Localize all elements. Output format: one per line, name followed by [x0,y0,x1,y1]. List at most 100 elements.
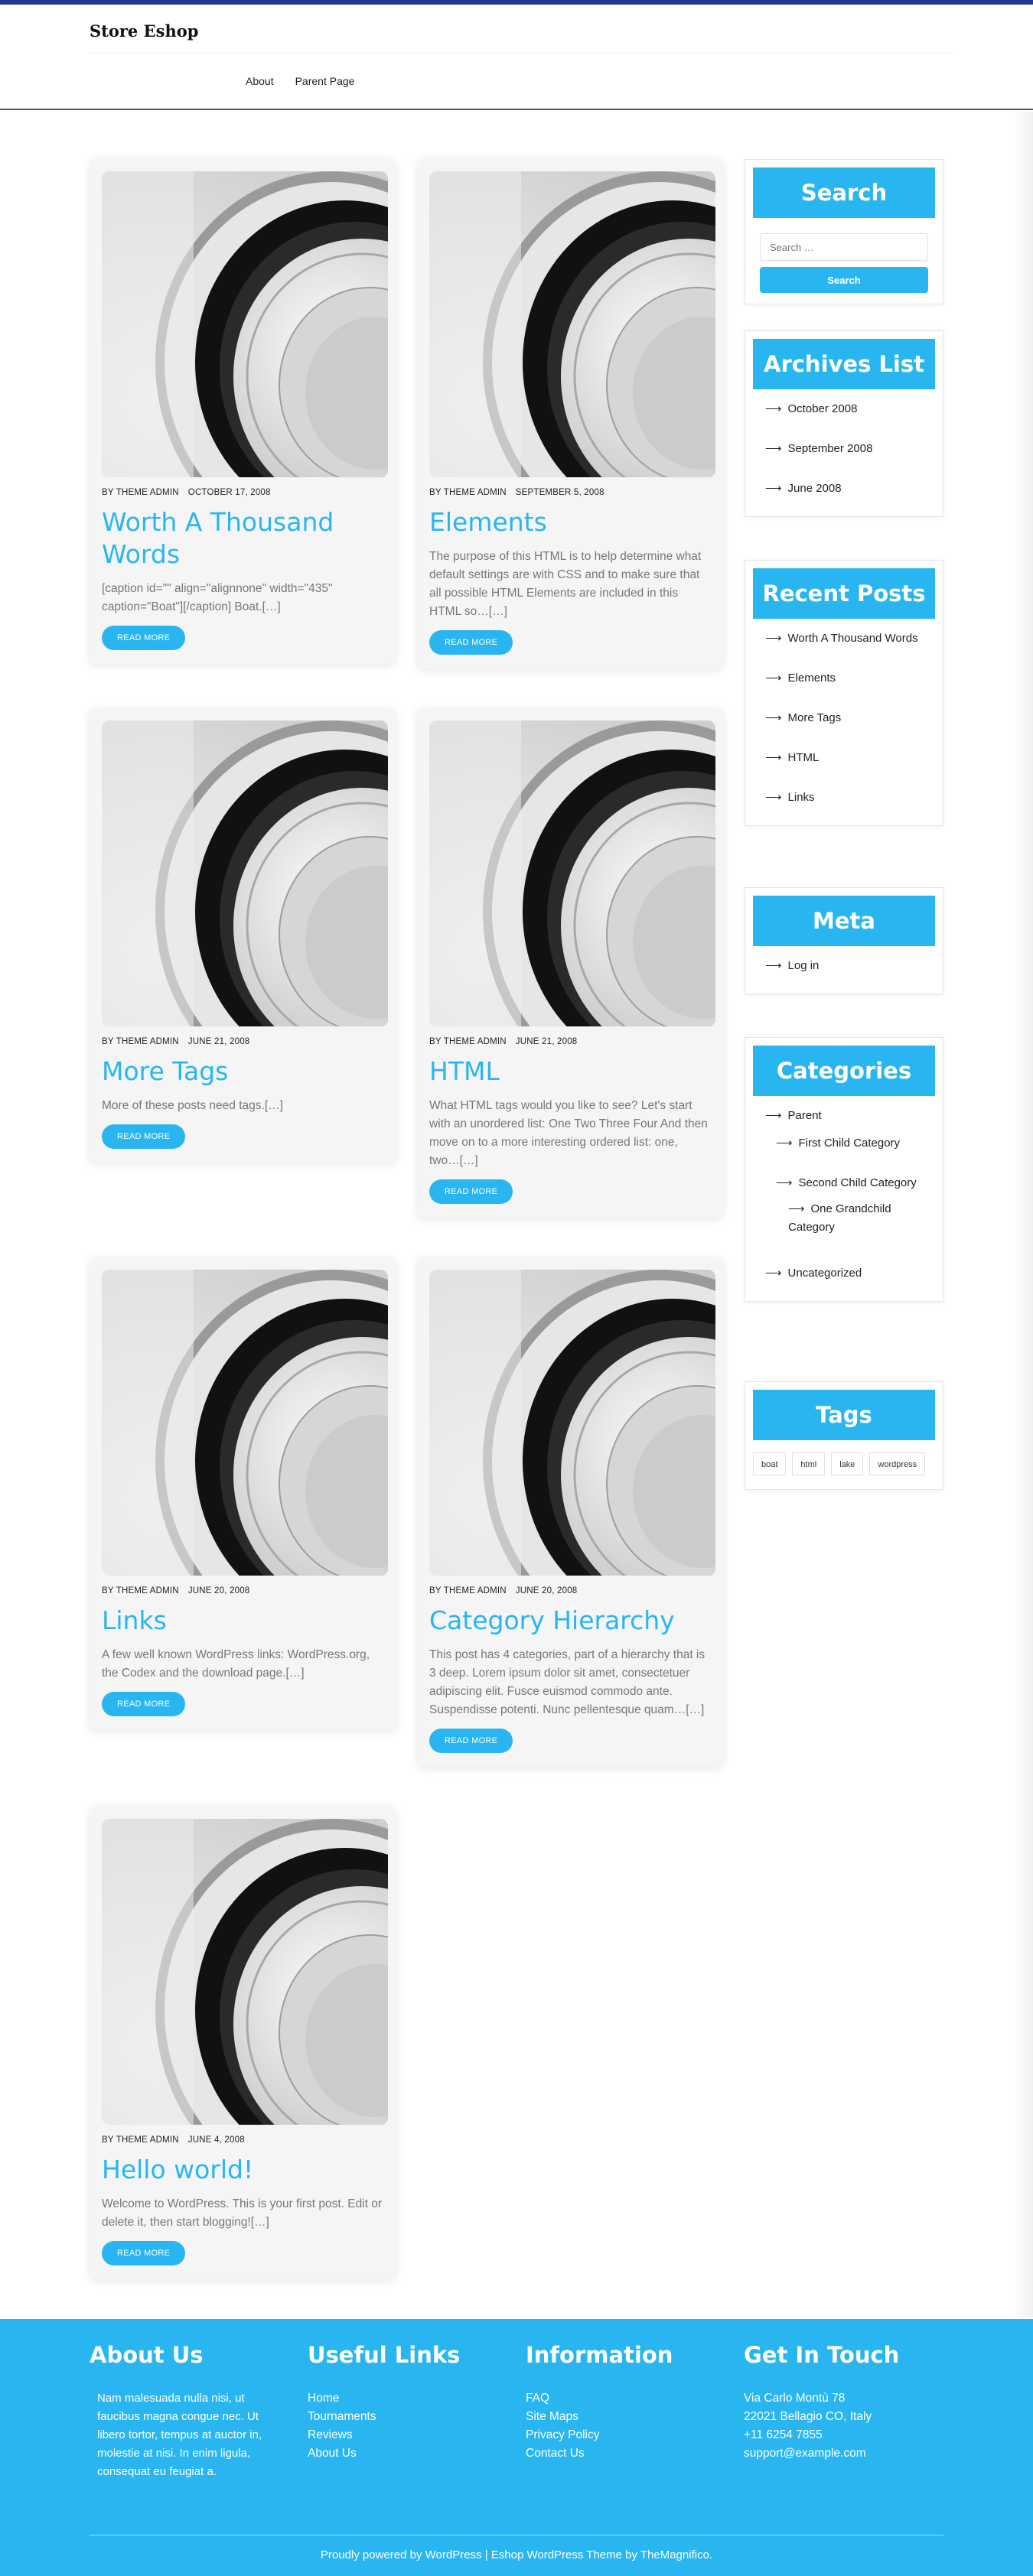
nav-item-parent-page[interactable]: Parent Page [295,75,355,87]
post-thumbnail[interactable] [429,1270,715,1576]
category-item[interactable]: ⟶ First Child Category [765,1134,932,1153]
copyright[interactable]: Proudly powered by WordPress | Eshop Wor… [0,2548,1033,2561]
post-date[interactable]: OCTOBER 17, 2008 [188,488,271,497]
page-scroll-edge [1013,112,1033,2317]
post-excerpt: What HTML tags would you like to see? Le… [429,1099,708,1167]
post-meta: BY THEME ADMIN SEPTEMBER 5, 2008 [429,488,711,497]
footer-link[interactable]: Home [308,2389,460,2408]
search-button[interactable]: Search [760,267,928,293]
post-excerpt: [caption id="" align="alignnone" width="… [102,582,333,613]
post-excerpt: A few well known WordPress links: WordPr… [102,1648,370,1680]
post-title[interactable]: Worth A Thousand Words [102,506,383,571]
tag-boat[interactable]: boat [753,1452,787,1475]
arrow-right-icon: ⟶ [765,482,782,495]
post-card: BY THEME ADMIN SEPTEMBER 5, 2008 Elements… [417,159,723,668]
post-thumbnail[interactable] [102,720,388,1026]
post-date[interactable]: JUNE 20, 2008 [516,1586,578,1595]
recent-post-item[interactable]: ⟶ Worth A Thousand Words [765,629,932,648]
post-date[interactable]: SEPTEMBER 5, 2008 [516,488,604,497]
footer-link[interactable]: Reviews [308,2426,460,2444]
categories-widget: Categories ⟶ Parent ⟶ First Child Category… [745,1037,943,1302]
post-author[interactable]: BY THEME ADMIN [102,1037,179,1046]
footer-information: Information FAQ Site Maps Privacy Policy… [526,2342,673,2463]
post-date[interactable]: JUNE 4, 2008 [188,2135,245,2145]
footer-link[interactable]: Tournaments [308,2408,460,2426]
arrow-right-icon: ⟶ [776,1137,793,1150]
meta-widget: Meta ⟶ Log in [745,887,943,994]
post-meta: BY THEME ADMIN JUNE 4, 2008 [102,2135,383,2145]
widget-title: Categories [753,1046,935,1096]
post-title[interactable]: More Tags [102,1055,383,1088]
read-more-button[interactable]: READ MORE [429,1729,513,1753]
nav-item-about[interactable]: About [246,75,274,87]
read-more-button[interactable]: READ MORE [102,2241,186,2265]
footer-link[interactable]: Site Maps [526,2408,673,2426]
contact-address: Via Carlo Montù 78 [744,2392,846,2405]
post-thumbnail[interactable] [429,171,715,477]
contact-phone[interactable]: +11 6254 7855 [744,2426,899,2444]
recent-post-item[interactable]: ⟶ More Tags [765,709,932,727]
read-more-button[interactable]: READ MORE [429,1179,513,1204]
post-author[interactable]: BY THEME ADMIN [429,1037,507,1046]
post-card: BY THEME ADMIN JUNE 20, 2008 Category Hie… [417,1257,723,1767]
post-title[interactable]: Hello world! [102,2154,383,2186]
post-date[interactable]: JUNE 21, 2008 [516,1037,578,1046]
post-author[interactable]: BY THEME ADMIN [102,2135,179,2145]
recent-post-item[interactable]: ⟶ Links [765,789,932,807]
footer-link[interactable]: Contact Us [526,2444,673,2463]
category-item[interactable]: ⟶ One Grandchild Category [765,1200,932,1237]
meta-item-log-in[interactable]: ⟶ Log in [765,957,932,975]
post-author[interactable]: BY THEME ADMIN [429,488,507,497]
tag-html[interactable]: html [792,1452,826,1475]
category-item[interactable]: ⟶ Parent [765,1107,932,1125]
post-card: BY THEME ADMIN JUNE 21, 2008 More Tags Mo… [90,708,396,1163]
footer-useful-links: Useful Links Home Tournaments Reviews Ab… [308,2342,460,2463]
footer-heading: Information [526,2342,673,2368]
read-more-button[interactable]: READ MORE [102,1124,186,1149]
category-item[interactable]: ⟶ Uncategorized [765,1264,932,1283]
tag-lake[interactable]: lake [831,1452,864,1475]
recent-post-item[interactable]: ⟶ Elements [765,669,932,688]
post-excerpt: Welcome to WordPress. This is your first… [102,2197,383,2229]
post-excerpt: The purpose of this HTML is to help dete… [429,550,702,618]
post-author[interactable]: BY THEME ADMIN [102,1586,179,1595]
footer-link[interactable]: Privacy Policy [526,2426,673,2444]
arrow-right-icon: ⟶ [788,1202,805,1215]
read-more-button[interactable]: READ MORE [102,626,186,650]
post-date[interactable]: JUNE 20, 2008 [188,1586,250,1595]
post-thumbnail[interactable] [102,171,388,477]
recent-post-item[interactable]: ⟶ HTML [765,749,932,767]
archive-item[interactable]: ⟶ October 2008 [765,400,932,418]
post-author[interactable]: BY THEME ADMIN [429,1586,507,1595]
contact-email[interactable]: support@example.com [744,2444,899,2463]
search-input[interactable] [760,233,928,261]
post-title[interactable]: Category Hierarchy [429,1605,711,1637]
read-more-button[interactable]: READ MORE [429,630,513,655]
arrow-right-icon: ⟶ [776,1176,793,1189]
post-card: BY THEME ADMIN JUNE 4, 2008 Hello world! … [90,1807,396,2279]
recent-posts-widget: Recent Posts ⟶ Worth A Thousand Words ⟶ El… [745,560,943,826]
archive-item[interactable]: ⟶ September 2008 [765,440,932,458]
post-thumbnail[interactable] [102,1819,388,2125]
arrow-right-icon: ⟶ [765,1109,782,1122]
archive-item[interactable]: ⟶ June 2008 [765,480,932,498]
post-thumbnail[interactable] [429,720,715,1026]
post-author[interactable]: BY THEME ADMIN [102,488,179,497]
widget-title: Archives List [753,339,935,389]
category-item[interactable]: ⟶ Second Child Category [765,1174,932,1192]
site-title[interactable]: Store Eshop [90,21,198,41]
footer-heading: Get In Touch [744,2342,900,2368]
search-widget: Search Search [745,159,943,304]
footer-link[interactable]: FAQ [526,2389,673,2408]
post-card: BY THEME ADMIN JUNE 20, 2008 Links A few … [90,1257,396,1730]
arrow-right-icon: ⟶ [765,442,782,455]
post-meta: BY THEME ADMIN OCTOBER 17, 2008 [102,488,383,497]
post-title[interactable]: HTML [429,1055,711,1088]
read-more-button[interactable]: READ MORE [102,1692,186,1716]
post-title[interactable]: Elements [429,506,711,538]
footer-link[interactable]: About Us [308,2444,460,2463]
post-date[interactable]: JUNE 21, 2008 [188,1037,250,1046]
post-title[interactable]: Links [102,1605,383,1637]
tag-wordpress[interactable]: wordpress [869,1452,926,1475]
post-thumbnail[interactable] [102,1270,388,1576]
